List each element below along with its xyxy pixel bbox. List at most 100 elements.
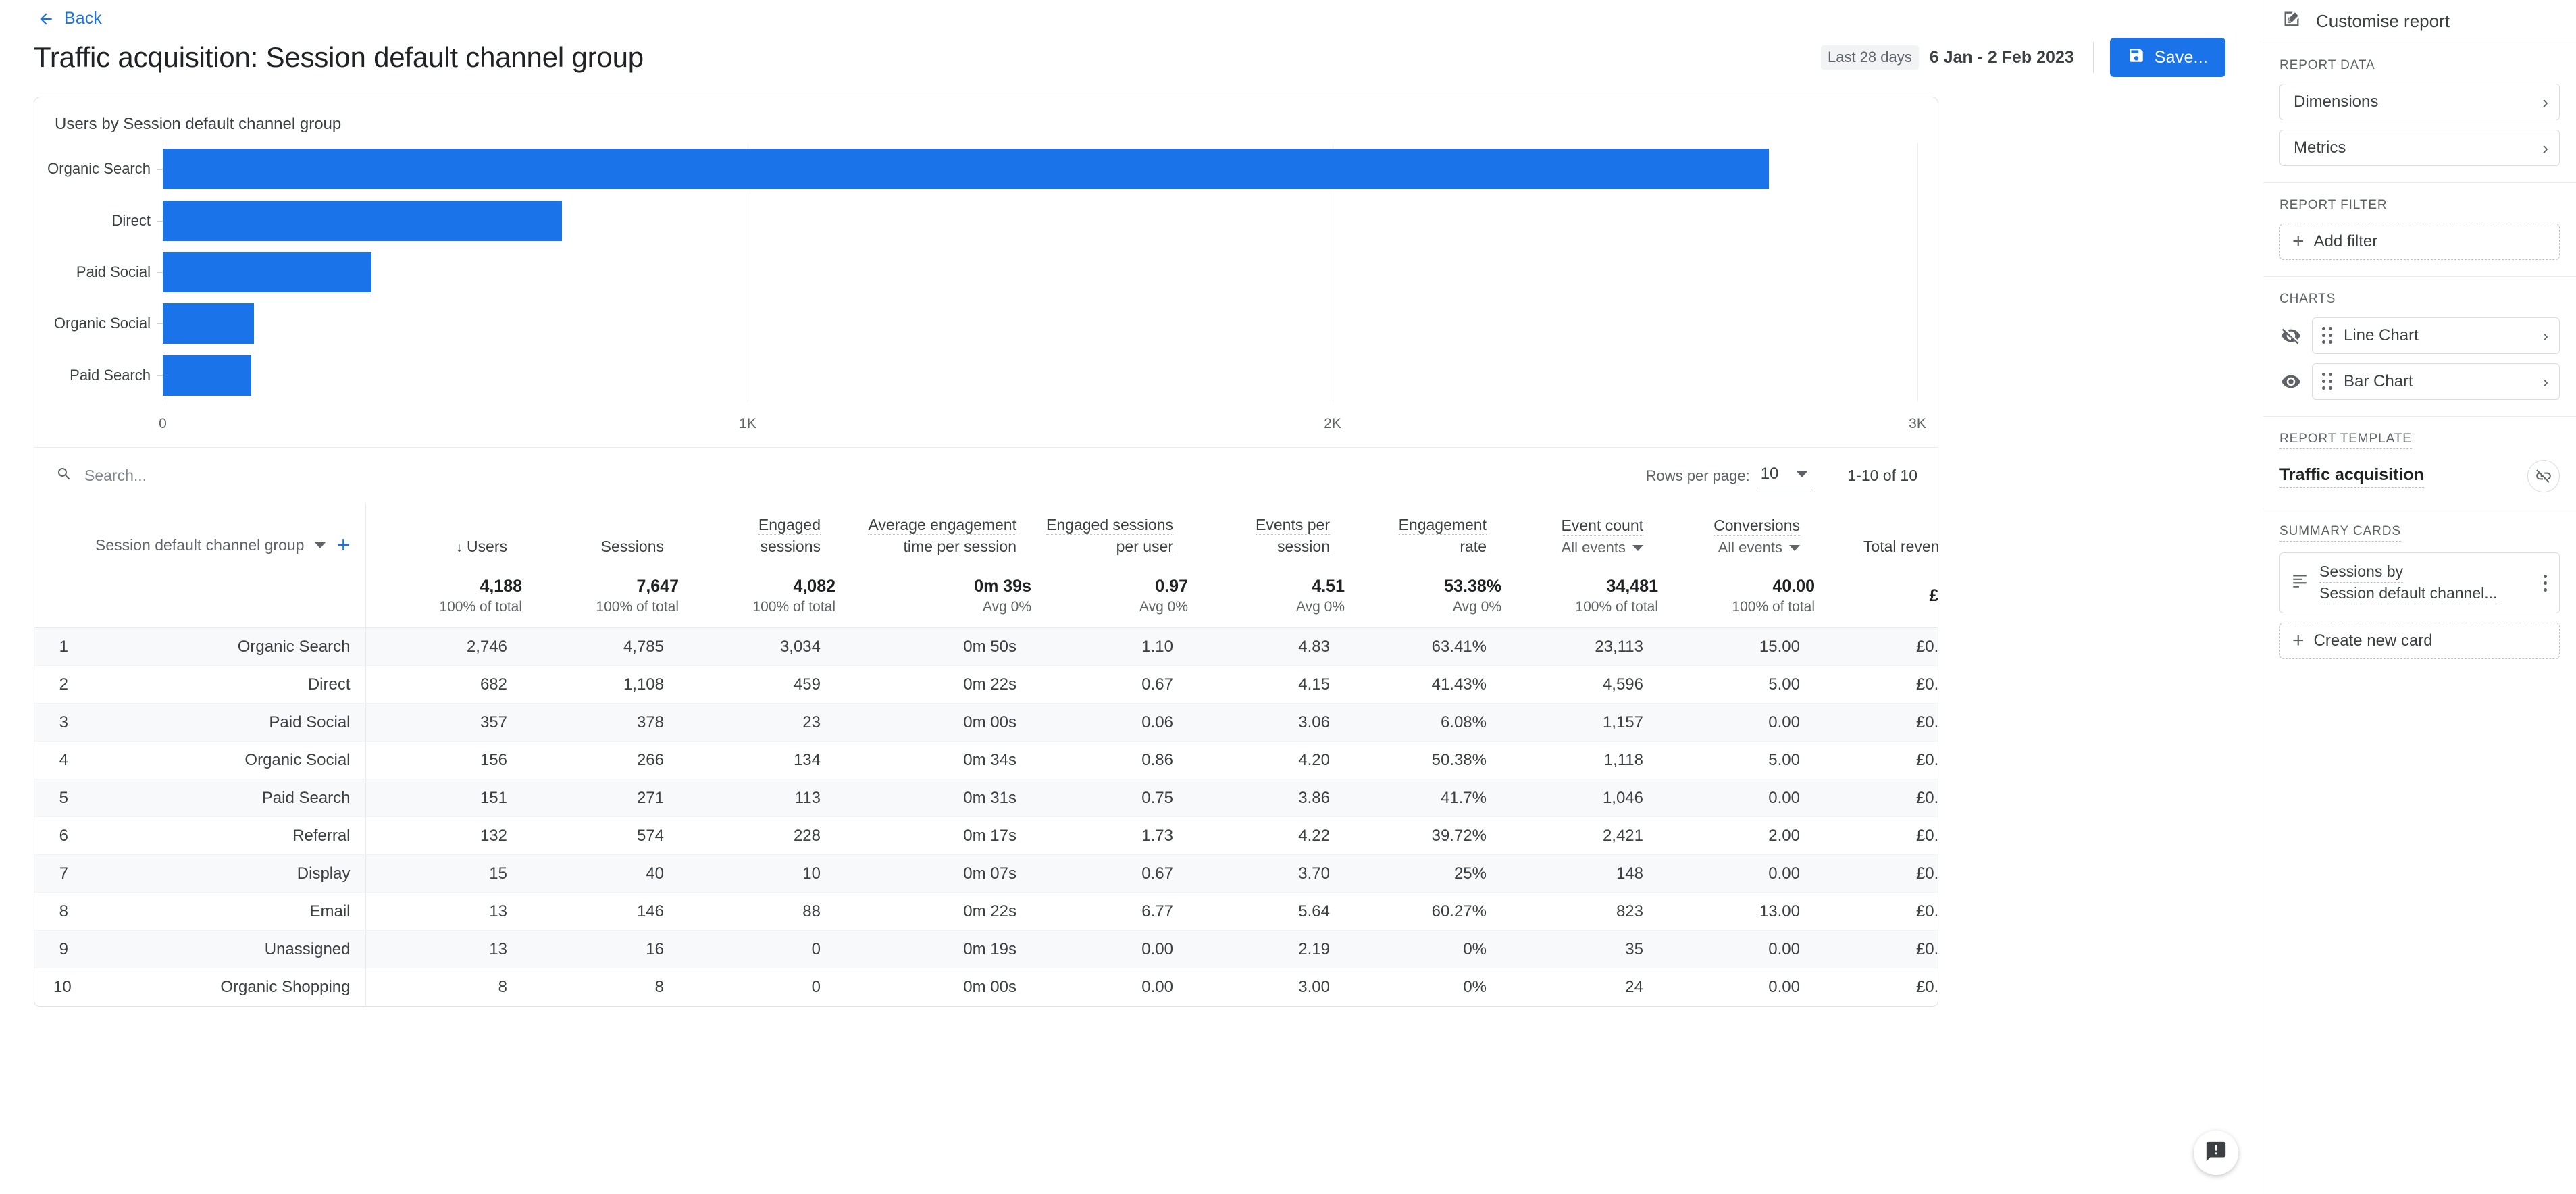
column-header[interactable]: Engagement rate (1345, 504, 1501, 566)
chart-title: Users by Session default channel group (55, 115, 342, 133)
date-range-value[interactable]: 6 Jan - 2 Feb 2023 (1930, 48, 2074, 68)
add-filter-button[interactable]: + Add filter (2279, 224, 2560, 260)
column-header[interactable]: Average engagement time per session (835, 504, 1031, 566)
table-row[interactable]: 1 Organic Search 2,746 4,785 3,034 0m 50s 1.10… (34, 627, 1938, 666)
metrics-button[interactable]: Metrics › (2279, 130, 2560, 166)
summary-card-item[interactable]: Sessions by Session default channel... (2279, 552, 2560, 614)
dimensions-button[interactable]: Dimensions › (2279, 84, 2560, 120)
column-header[interactable]: Conversions All events (1658, 504, 1815, 566)
row-cell: 35 (1501, 930, 1658, 968)
chart-bar[interactable] (163, 200, 562, 241)
column-header[interactable]: Sessions (522, 504, 679, 566)
column-header-filter[interactable]: All events (1562, 539, 1643, 556)
row-dimension[interactable]: Organic Search (83, 627, 366, 666)
drag-handle-icon[interactable] (2322, 327, 2336, 344)
create-new-card-label: Create new card (2313, 631, 2433, 650)
chart-bar-row[interactable]: Organic Social (54, 298, 1917, 349)
row-cell: 0.00 (1031, 968, 1188, 1006)
panel-header: Customise report (2263, 0, 2576, 43)
search-box[interactable] (56, 466, 1646, 486)
column-header-line2: time per session (903, 538, 1016, 556)
summary-card-text: Sessions by Session default channel... (2319, 561, 2498, 605)
row-dimension[interactable]: Direct (83, 665, 366, 704)
row-cell: 1.73 (1031, 816, 1188, 855)
row-cell: 0 (679, 968, 835, 1006)
report-table: Session default channel group + ↓ Users Se… (34, 504, 1938, 1006)
drag-handle-icon[interactable] (2322, 373, 2336, 390)
rows-per-page-select[interactable]: 10 (1756, 463, 1811, 488)
chart-bar-row[interactable]: Paid Social (76, 246, 1917, 298)
row-dimension[interactable]: Paid Search (83, 779, 366, 817)
title-row: Traffic acquisition: Session default cha… (0, 37, 2263, 78)
search-input[interactable] (83, 466, 353, 486)
eye-icon[interactable] (2279, 370, 2302, 393)
chevron-down-icon[interactable] (1632, 544, 1643, 551)
more-options-icon[interactable] (2538, 574, 2552, 592)
chart-bar[interactable] (163, 355, 251, 396)
totals-row: 4,188 100% of total 7,647 100% of total 4,08… (34, 566, 1938, 628)
row-cell: 13.00 (1658, 892, 1815, 931)
add-dimension-icon[interactable]: + (336, 534, 350, 556)
table-row[interactable]: 10 Organic Shopping 8 8 0 0m 00s 0.00 3.00 0% 24 0… (34, 968, 1938, 1006)
table-row[interactable]: 3 Paid Social 357 378 23 0m 00s 0.06 3.06 6.08% 1… (34, 703, 1938, 742)
eye-off-icon[interactable] (2279, 324, 2302, 347)
save-button[interactable]: Save... (2109, 38, 2225, 77)
column-header[interactable]: Events per session (1188, 504, 1345, 566)
pagination-range: 1-10 of 10 (1847, 467, 1917, 484)
row-dimension[interactable]: Organic Social (83, 741, 366, 779)
chart-bar[interactable] (163, 149, 1770, 190)
row-dimension[interactable]: Paid Social (83, 703, 366, 742)
back-button[interactable]: Back (37, 9, 102, 28)
chevron-right-icon: › (2542, 92, 2548, 112)
column-header[interactable]: Engaged sessions (679, 504, 835, 566)
feedback-button[interactable] (2194, 1131, 2238, 1175)
column-header-filter[interactable]: All events (1718, 539, 1800, 556)
row-dimension[interactable]: Unassigned (83, 930, 366, 968)
arrow-left-icon (37, 10, 55, 28)
chart-bar-row[interactable]: Direct (112, 194, 1917, 246)
totals-value: 7,647 (636, 577, 679, 596)
chevron-down-icon[interactable] (315, 542, 326, 548)
bar-chart-item[interactable]: Bar Chart › (2312, 363, 2560, 400)
column-header[interactable]: Engaged sessions per user (1031, 504, 1188, 566)
chart-bar-row[interactable]: Paid Search (70, 350, 1917, 401)
column-header-line1: Engaged sessions (1046, 516, 1173, 535)
table-row[interactable]: 7 Display 15 40 10 0m 07s 0.67 3.70 25% 148 0.00 £0… (34, 854, 1938, 893)
unlink-template-button[interactable] (2527, 460, 2560, 492)
chart-bar[interactable] (163, 303, 255, 344)
table-row[interactable]: 5 Paid Search 151 271 113 0m 31s 0.75 3.86 41.7%… (34, 779, 1938, 817)
row-dimension[interactable]: Organic Shopping (83, 968, 366, 1006)
row-cell: £0.00 (1815, 665, 1938, 704)
chart-bar-row[interactable]: Organic Search (47, 143, 1917, 194)
row-index: 3 (34, 703, 83, 742)
row-dimension[interactable]: Email (83, 892, 366, 931)
dimension-header[interactable]: Session default channel group + (83, 504, 366, 566)
column-header[interactable]: Total revenue (1815, 504, 1938, 566)
chart-bar[interactable] (163, 251, 372, 292)
table-row[interactable]: 2 Direct 682 1,108 459 0m 22s 0.67 4.15 41.43% 4,… (34, 665, 1938, 704)
chart-tick-mark (157, 169, 163, 170)
column-header-line1: Sessions (600, 538, 664, 556)
table-row[interactable]: 6 Referral 132 574 228 0m 17s 1.73 4.22 39.72% 2,… (34, 816, 1938, 855)
index-header (34, 504, 83, 566)
column-header-line1: Engaged (758, 516, 821, 535)
row-cell: 0 (679, 930, 835, 968)
table-row[interactable]: 9 Unassigned 13 16 0 0m 19s 0.00 2.19 0% 35 0.00 £0… (34, 930, 1938, 968)
column-header[interactable]: ↓ Users (365, 504, 522, 566)
row-index: 8 (34, 892, 83, 931)
create-new-card-button[interactable]: + Create new card (2279, 623, 2560, 660)
totals-cell: 4,188 100% of total (365, 566, 522, 628)
row-dimension[interactable]: Referral (83, 816, 366, 855)
date-range-chip[interactable]: Last 28 days (1821, 45, 1919, 70)
column-header[interactable]: Event count All events (1501, 504, 1658, 566)
save-icon (2128, 47, 2145, 69)
row-cell: 13 (365, 892, 522, 931)
row-cell: 0.00 (1658, 779, 1815, 817)
chart-x-tick-label: 3K (1909, 416, 1926, 432)
table-row[interactable]: 4 Organic Social 156 266 134 0m 34s 0.86 4.20 50… (34, 741, 1938, 779)
line-chart-item[interactable]: Line Chart › (2312, 317, 2560, 354)
chevron-down-icon[interactable] (1789, 544, 1800, 551)
table-row[interactable]: 8 Email 13 146 88 0m 22s 6.77 5.64 60.27% 823 13.0… (34, 892, 1938, 931)
row-dimension[interactable]: Display (83, 854, 366, 893)
row-cell: 23 (679, 703, 835, 742)
